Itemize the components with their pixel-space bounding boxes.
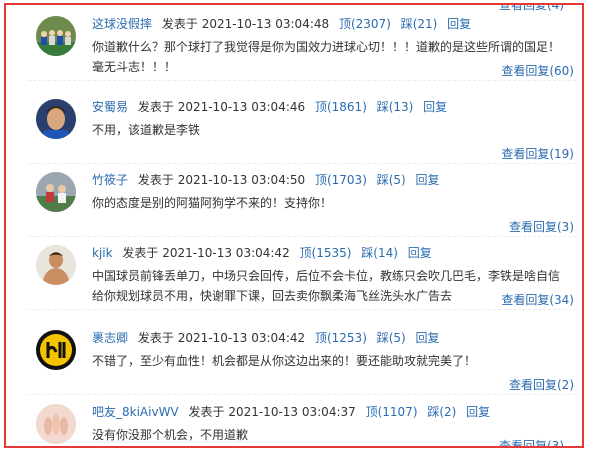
- posted-label: 发表于: [137, 331, 174, 345]
- view-replies-link[interactable]: 查看回复(2): [509, 376, 574, 393]
- reply-link[interactable]: 回复: [423, 100, 447, 114]
- downvote-link[interactable]: 踩(21): [401, 17, 438, 31]
- downvote-link[interactable]: 踩(5): [377, 173, 406, 187]
- divider: [28, 309, 576, 310]
- upvote-link[interactable]: 顶(1107): [366, 405, 418, 419]
- timestamp: 2021-10-13 03:04:42: [162, 246, 290, 260]
- comment-meta: 吧友_8kiAivWV 发表于 2021-10-13 03:04:37 顶(11…: [92, 403, 496, 420]
- reply-link[interactable]: 回复: [447, 17, 471, 31]
- posted-label: 发表于: [188, 405, 225, 419]
- comment-content: 不用，该道歉是李铁: [92, 123, 201, 137]
- avatar[interactable]: [36, 404, 76, 444]
- view-replies-link[interactable]: 查看回复(19): [501, 145, 574, 162]
- upvote-link[interactable]: 顶(1535): [300, 246, 352, 260]
- downvote-link[interactable]: 踩(2): [427, 405, 456, 419]
- username[interactable]: 裹志卿: [92, 331, 128, 345]
- reply-link[interactable]: 回复: [416, 331, 440, 345]
- view-replies-link[interactable]: 查看回复(34): [501, 291, 574, 308]
- view-replies-link-bottom[interactable]: 查看回复(3): [499, 437, 564, 446]
- comment-meta: 这球没假摔 发表于 2021-10-13 03:04:48 顶(2307) 踩(…: [92, 15, 477, 32]
- reply-link[interactable]: 回复: [416, 173, 440, 187]
- comment-item: kjik 发表于 2021-10-13 03:04:42 顶(1535) 踩(1…: [6, 238, 582, 310]
- divider: [28, 236, 576, 237]
- comment-meta: kjik 发表于 2021-10-13 03:04:42 顶(1535) 踩(1…: [92, 244, 438, 261]
- upvote-link[interactable]: 顶(1861): [315, 100, 367, 114]
- divider: [28, 163, 576, 164]
- upvote-link[interactable]: 顶(2307): [339, 17, 391, 31]
- timestamp: 2021-10-13 03:04:42: [177, 331, 306, 345]
- comment-meta: 安蜀易 发表于 2021-10-13 03:04:46 顶(1861) 踩(13…: [92, 98, 453, 115]
- comment-list: 查看回复(4) 这球没假摔 发表于 2021-10-13 03:04:48 顶(…: [4, 3, 584, 448]
- downvote-link[interactable]: 踩(13): [377, 100, 414, 114]
- upvote-link[interactable]: 顶(1703): [315, 173, 367, 187]
- comment-item: 安蜀易 发表于 2021-10-13 03:04:46 顶(1861) 踩(13…: [6, 92, 582, 164]
- view-replies-link[interactable]: 查看回复(3): [509, 218, 574, 235]
- divider: [28, 80, 576, 81]
- comment-item: 这球没假摔 发表于 2021-10-13 03:04:48 顶(2307) 踩(…: [6, 9, 582, 81]
- username[interactable]: 安蜀易: [92, 100, 128, 114]
- downvote-link[interactable]: 踩(14): [361, 246, 398, 260]
- posted-label: 发表于: [122, 246, 159, 260]
- comment-content: 不错了，至少有血性！机会都是从你这边出来的！要还能助攻就完美了！: [92, 354, 477, 368]
- avatar[interactable]: [36, 99, 76, 139]
- reply-link[interactable]: 回复: [466, 405, 490, 419]
- avatar[interactable]: [36, 330, 76, 370]
- downvote-link[interactable]: 踩(5): [377, 331, 406, 345]
- divider: [28, 394, 576, 395]
- upvote-link[interactable]: 顶(1253): [315, 331, 367, 345]
- posted-label: 发表于: [137, 100, 174, 114]
- username[interactable]: 竹筱子: [92, 173, 128, 187]
- timestamp: 2021-10-13 03:04:48: [201, 17, 330, 31]
- comment-meta: 竹筱子 发表于 2021-10-13 03:04:50 顶(1703) 踩(5)…: [92, 171, 446, 188]
- avatar[interactable]: [36, 245, 76, 285]
- comment-meta: 裹志卿 发表于 2021-10-13 03:04:42 顶(1253) 踩(5)…: [92, 329, 446, 346]
- comment-content: 没有你没那个机会，不用道歉: [92, 428, 249, 442]
- posted-label: 发表于: [161, 17, 198, 31]
- view-replies-link[interactable]: 查看回复(60): [501, 62, 574, 79]
- avatar[interactable]: [36, 16, 76, 56]
- comment-content: 你道歉什么？那个球打了我觉得是你为国效力进球心切！！！道歉的是这些所谓的国足！毫…: [92, 40, 561, 74]
- comment-item: 竹筱子 发表于 2021-10-13 03:04:50 顶(1703) 踩(5)…: [6, 165, 582, 237]
- avatar[interactable]: [36, 172, 76, 212]
- comment-content: 中国球员前锋丢单刀，中场只会回传，后位不会卡位，教练只会吹几巴毛，李铁是啥自信给…: [92, 269, 561, 303]
- comment-item: 吧友_8kiAivWV 发表于 2021-10-13 03:04:37 顶(11…: [6, 397, 582, 446]
- timestamp: 2021-10-13 03:04:50: [177, 173, 306, 187]
- username[interactable]: 这球没假摔: [92, 17, 152, 31]
- reply-link[interactable]: 回复: [408, 246, 432, 260]
- comment-item: 裹志卿 发表于 2021-10-13 03:04:42 顶(1253) 踩(5)…: [6, 323, 582, 395]
- username[interactable]: 吧友_8kiAivWV: [92, 405, 179, 419]
- timestamp: 2021-10-13 03:04:37: [228, 405, 356, 419]
- posted-label: 发表于: [137, 173, 174, 187]
- username[interactable]: kjik: [92, 246, 113, 260]
- timestamp: 2021-10-13 03:04:46: [177, 100, 306, 114]
- comment-content: 你的态度是别的阿猫阿狗学不来的！支持你！: [92, 196, 333, 210]
